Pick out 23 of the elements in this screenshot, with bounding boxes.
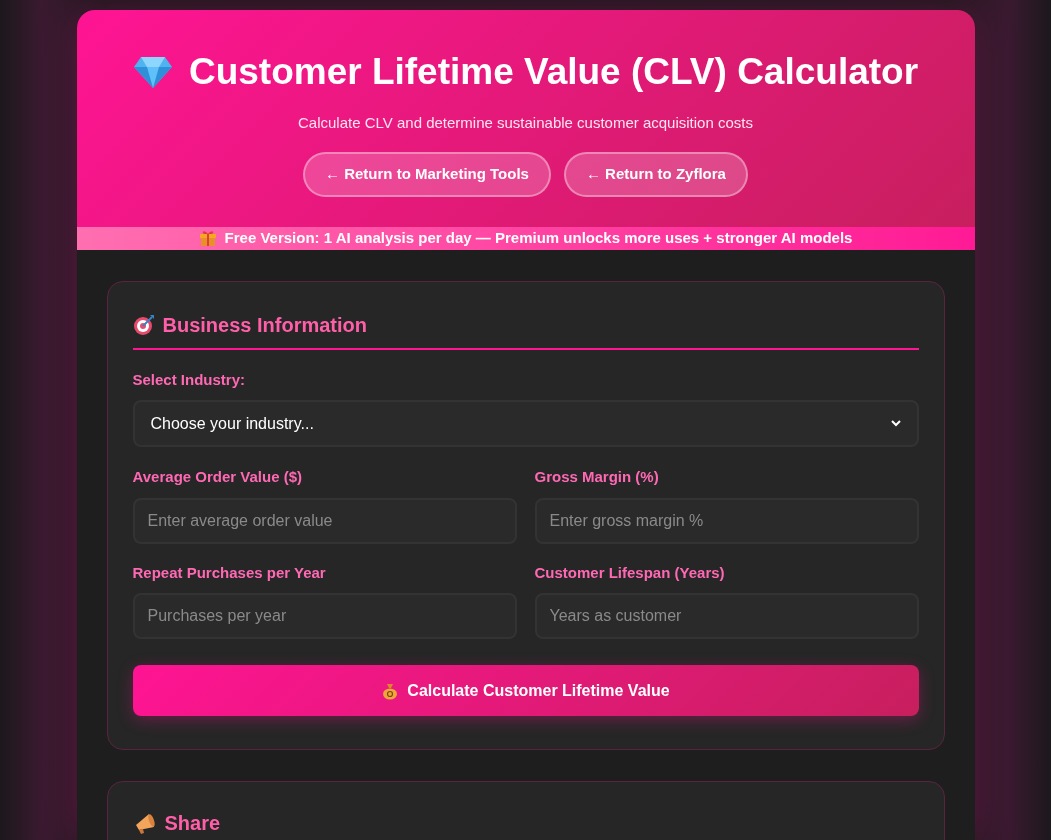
input-field[interactable]: Years as customer	[534, 593, 919, 639]
return-link[interactable]: ← Return to Zyflora	[563, 152, 748, 197]
gift-icon	[198, 229, 217, 248]
return-link[interactable]: ← Return to Marketing Tools	[303, 152, 551, 197]
page-title: Customer Lifetime Value (CLV) Calculator	[188, 50, 919, 94]
field-label: Customer Lifespan (Years)	[534, 562, 726, 583]
input-field[interactable]: Enter gross margin %	[534, 497, 919, 544]
field-label: Gross Margin (%)	[534, 467, 660, 487]
field-label: Repeat Purchases per Year	[132, 562, 327, 583]
field-label: Select Industry:	[132, 369, 247, 390]
chevron-down-icon	[890, 420, 901, 427]
input-field[interactable]: Enter average order value	[132, 497, 517, 544]
target-icon	[132, 313, 155, 336]
banner-text: Free Version: 1 AI analysis per day — Premium unlocks more uses + stronger AI models	[224, 228, 853, 248]
input-field[interactable]: Purchases per year	[132, 593, 517, 639]
section-title: Business Information	[162, 312, 367, 338]
page-subtitle: Calculate CLV and determine sustainable customer acquisition costs	[298, 112, 753, 133]
calculate-button[interactable]: Calculate Customer Lifetime Value	[132, 665, 919, 716]
diamond-icon	[132, 54, 173, 89]
section-title: Share	[164, 811, 221, 836]
money-bag-icon	[381, 681, 400, 700]
field-label: Average Order Value ($)	[132, 467, 304, 487]
industry-select[interactable]: Choose your industry...	[132, 400, 919, 447]
